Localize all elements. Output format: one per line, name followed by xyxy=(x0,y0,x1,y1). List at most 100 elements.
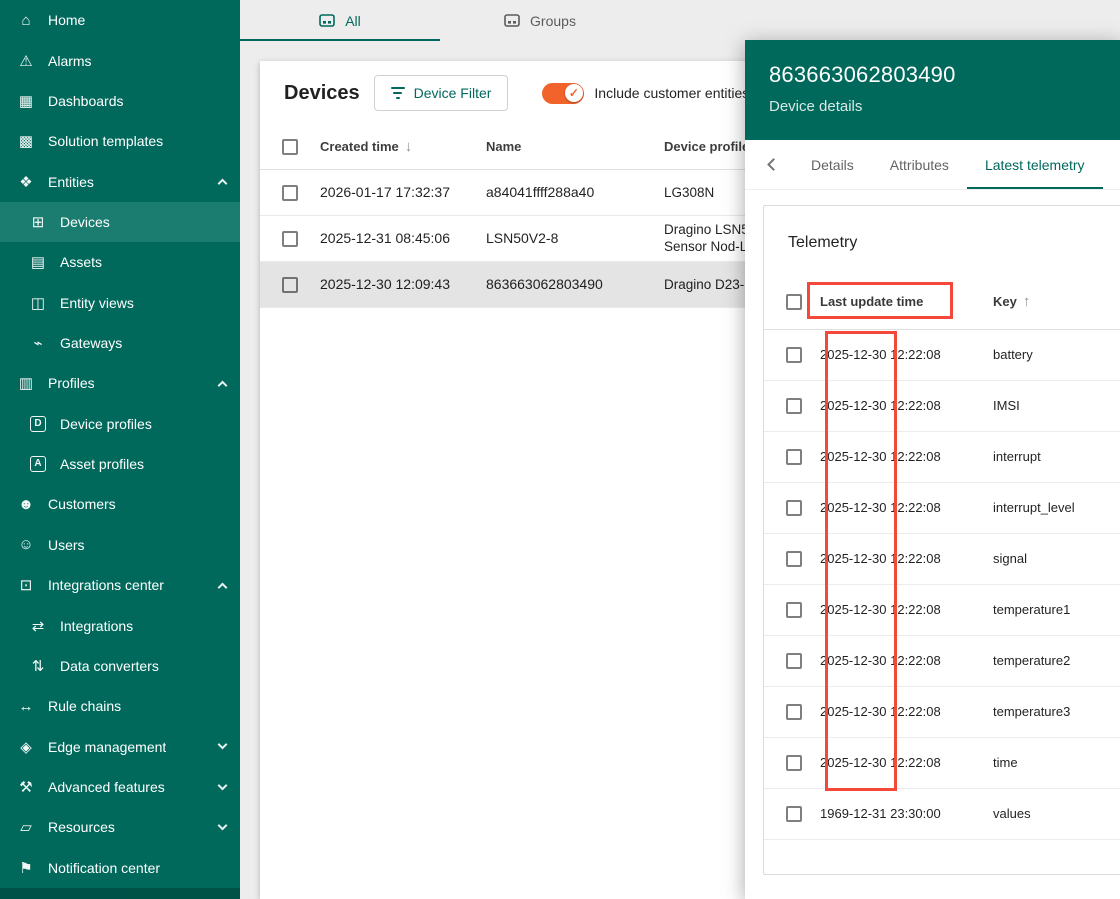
sidebar-item-label: Entity views xyxy=(60,295,134,311)
sidebar-item-label: Asset profiles xyxy=(60,456,144,472)
resources-icon: ▱ xyxy=(16,818,36,836)
telemetry-row[interactable]: 2025-12-30 12:22:08battery xyxy=(764,329,1120,380)
last-update-time-header-label: Last update time xyxy=(820,294,923,309)
row-checkbox[interactable] xyxy=(786,653,802,669)
telemetry-key-cell: interrupt_level xyxy=(973,482,1120,533)
tab-groups-label: Groups xyxy=(530,13,576,29)
templates-icon: ▩ xyxy=(16,132,36,150)
sidebar-item-label: Device profiles xyxy=(60,416,152,432)
sidebar-item-label: Devices xyxy=(60,214,110,230)
row-checkbox[interactable] xyxy=(786,704,802,720)
device-filter-button[interactable]: Device Filter xyxy=(374,75,509,111)
tab-details[interactable]: Details xyxy=(793,140,872,189)
column-header-created-time[interactable]: Created time ↓ xyxy=(304,125,470,169)
row-checkbox[interactable] xyxy=(786,449,802,465)
device-profiles-icon: D xyxy=(30,416,46,432)
include-customer-entities-label: Include customer entities xyxy=(594,85,749,101)
chevron-down-icon xyxy=(218,780,228,790)
include-customer-entities-control: ✓ Include customer entities xyxy=(542,83,749,104)
telemetry-row[interactable]: 2025-12-30 12:22:08temperature2 xyxy=(764,635,1120,686)
row-checkbox[interactable] xyxy=(282,277,298,293)
row-checkbox[interactable] xyxy=(786,551,802,567)
sidebar-item-label: Notification center xyxy=(48,860,160,876)
device-name-cell: LSN50V2-8 xyxy=(470,215,648,261)
telemetry-row[interactable]: 2025-12-30 12:22:08time xyxy=(764,737,1120,788)
row-checkbox[interactable] xyxy=(786,398,802,414)
sort-desc-icon: ↓ xyxy=(405,138,413,155)
telemetry-row[interactable]: 2025-12-30 12:22:08interrupt xyxy=(764,431,1120,482)
sidebar-item-assets[interactable]: ▤Assets xyxy=(0,242,240,282)
row-checkbox[interactable] xyxy=(786,347,802,363)
row-checkbox[interactable] xyxy=(786,806,802,822)
sidebar-item-integrations-center[interactable]: ⊡Integrations center xyxy=(0,565,240,605)
sidebar-item-solution-templates[interactable]: ▩ Solution templates xyxy=(0,121,240,161)
row-checkbox[interactable] xyxy=(786,755,802,771)
tabs-scroll-left-button[interactable] xyxy=(753,140,793,189)
include-customer-entities-toggle[interactable]: ✓ xyxy=(542,83,584,104)
drawer-tabbar: Details Attributes Latest telemetry xyxy=(745,140,1120,190)
sidebar-item-label: Alarms xyxy=(48,53,92,69)
advanced-features-icon: ⚒ xyxy=(16,778,36,796)
column-header-name[interactable]: Name xyxy=(470,125,648,169)
telemetry-last-update-cell: 1969-12-31 23:30:00 xyxy=(808,788,973,839)
chevron-up-icon xyxy=(218,582,228,592)
row-checkbox[interactable] xyxy=(282,185,298,201)
sidebar-item-device-profiles[interactable]: D Device profiles xyxy=(0,404,240,444)
telemetry-key-cell: temperature3 xyxy=(973,686,1120,737)
telemetry-row[interactable]: 2025-12-30 12:22:08temperature1 xyxy=(764,584,1120,635)
chevron-down-icon xyxy=(218,820,228,830)
flag-icon: ⚑ xyxy=(16,859,36,877)
created-time-cell: 2026-01-17 17:32:37 xyxy=(304,169,470,215)
tab-groups[interactable]: Groups xyxy=(440,0,640,41)
sidebar-item-edge-management[interactable]: ◈Edge management xyxy=(0,726,240,766)
sidebar-item-asset-profiles[interactable]: AAsset profiles xyxy=(0,444,240,484)
sidebar-item-entity-views[interactable]: ◫ Entity views xyxy=(0,283,240,323)
edge-management-icon: ◈ xyxy=(16,738,36,756)
sidebar-item-rule-chains[interactable]: ↔Rule chains xyxy=(0,686,240,726)
row-checkbox[interactable] xyxy=(786,602,802,618)
drawer-title: 863663062803490 xyxy=(769,62,1096,88)
tab-attributes[interactable]: Attributes xyxy=(872,140,967,189)
telemetry-key-cell: signal xyxy=(973,533,1120,584)
sidebar-item-notification-center[interactable]: ⚑ Notification center xyxy=(0,848,240,888)
telemetry-row[interactable]: 2025-12-30 12:22:08temperature3 xyxy=(764,686,1120,737)
row-checkbox[interactable] xyxy=(282,231,298,247)
telemetry-row[interactable]: 1969-12-31 23:30:00values xyxy=(764,788,1120,839)
telemetry-last-update-cell: 2025-12-30 12:22:08 xyxy=(808,635,973,686)
sidebar-item-home[interactable]: ⌂Home xyxy=(0,0,240,40)
telemetry-last-update-cell: 2025-12-30 12:22:08 xyxy=(808,584,973,635)
tab-all-label: All xyxy=(345,13,361,29)
telemetry-row[interactable]: 2025-12-30 12:22:08IMSI xyxy=(764,380,1120,431)
telemetry-row[interactable]: 2025-12-30 12:22:08interrupt_level xyxy=(764,482,1120,533)
sidebar-item-label: Assets xyxy=(60,254,102,270)
sidebar: ⌂Home ⚠Alarms ▦Dashboards ▩ Solution temp… xyxy=(0,0,240,899)
column-header-last-update-time[interactable]: Last update time xyxy=(808,275,973,329)
users-icon: ☺ xyxy=(16,536,36,553)
sidebar-item-alarms[interactable]: ⚠Alarms xyxy=(0,40,240,80)
sidebar-item-integrations[interactable]: ⇄Integrations xyxy=(0,605,240,645)
created-time-header-label: Created time xyxy=(320,139,399,154)
sidebar-item-resources[interactable]: ▱Resources xyxy=(0,807,240,847)
filter-icon xyxy=(391,87,405,99)
telemetry-section-title: Telemetry xyxy=(764,206,1120,275)
sidebar-item-label: Users xyxy=(48,537,85,553)
tab-latest-telemetry[interactable]: Latest telemetry xyxy=(967,140,1103,189)
entity-group-tabbar: All Groups xyxy=(240,0,1120,41)
sidebar-item-advanced-features[interactable]: ⚒Advanced features xyxy=(0,767,240,807)
sidebar-item-label: Solution templates xyxy=(48,133,163,149)
select-all-checkbox[interactable] xyxy=(786,294,802,310)
sidebar-item-gateways[interactable]: ⌁Gateways xyxy=(0,323,240,363)
row-checkbox[interactable] xyxy=(786,500,802,516)
sidebar-item-customers[interactable]: ☻Customers xyxy=(0,484,240,524)
sidebar-item-data-converters[interactable]: ⇅Data converters xyxy=(0,646,240,686)
telemetry-row[interactable]: 2025-12-30 12:22:08signal xyxy=(764,533,1120,584)
select-all-checkbox[interactable] xyxy=(282,139,298,155)
sidebar-item-dashboards[interactable]: ▦Dashboards xyxy=(0,81,240,121)
sidebar-item-devices[interactable]: ⊞Devices xyxy=(0,202,240,242)
entity-views-icon: ◫ xyxy=(28,294,48,312)
tab-all[interactable]: All xyxy=(240,0,440,41)
column-header-key[interactable]: Key↑ xyxy=(973,275,1120,329)
sidebar-item-entities[interactable]: ❖Entities xyxy=(0,161,240,201)
sidebar-item-profiles[interactable]: ▥Profiles xyxy=(0,363,240,403)
sidebar-item-users[interactable]: ☺ Users xyxy=(0,525,240,565)
